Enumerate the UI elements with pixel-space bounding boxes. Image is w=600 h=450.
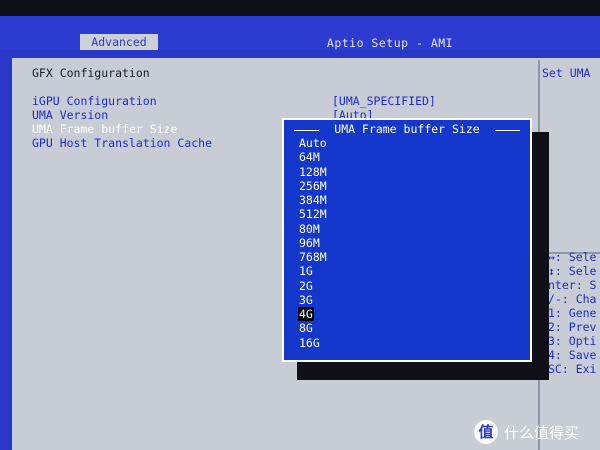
hint-line: nter: S (548, 278, 597, 292)
popup-option[interactable]: 768M (298, 250, 328, 264)
menu-item-igpu-configuration[interactable]: iGPU Configuration (32, 94, 157, 108)
section-title: GFX Configuration (32, 66, 150, 80)
help-title: Set UMA (542, 66, 591, 80)
hint-line: ↕: Sele (548, 264, 597, 278)
hint-line: SC: Exi (548, 362, 597, 376)
popup-uma-frame-buffer-size: UMA Frame buffer Size Auto 64M 128M 256M 384… (282, 118, 532, 362)
popup-option[interactable]: 64M (298, 150, 321, 164)
popup-option[interactable]: 128M (298, 165, 328, 179)
popup-option[interactable]: 8G (298, 321, 314, 335)
popup-option[interactable]: 3G (298, 293, 314, 307)
popup-option[interactable]: 384M (298, 193, 328, 207)
menu-item-gpu-host-translation-cache[interactable]: GPU Host Translation Cache (32, 136, 212, 150)
hint-line: 4: Save (548, 348, 597, 362)
popup-option[interactable]: 2G (298, 279, 314, 293)
popup-title: UMA Frame buffer Size (334, 122, 480, 136)
hint-line: 3: Opti (548, 334, 597, 348)
hint-line: ↔: Sele (548, 250, 597, 264)
popup-option[interactable]: Auto (298, 136, 328, 150)
menu-value-igpu-configuration[interactable]: [UMA_SPECIFIED] (332, 94, 436, 108)
hint-line: /-: Cha (548, 292, 597, 306)
hint-line: 1: Gene (548, 306, 597, 320)
popup-option[interactable]: 16G (298, 336, 321, 350)
bios-screen: Aptio Setup - AMI Advanced GFX Configura… (0, 0, 600, 450)
monitor-bezel (0, 0, 600, 16)
popup-option[interactable]: 80M (298, 222, 321, 236)
tab-advanced[interactable]: Advanced (80, 34, 158, 50)
popup-option[interactable]: 256M (298, 179, 328, 193)
help-panel: Set UMA ↔: Sele ↕: Sele nter: S /-: Cha … (542, 60, 600, 450)
hint-line: 2: Prev (548, 320, 597, 334)
menu-item-uma-frame-buffer-size[interactable]: UMA Frame buffer Size (32, 122, 177, 136)
popup-option[interactable]: 1G (298, 264, 314, 278)
popup-option[interactable]: 4G (298, 307, 314, 321)
watermark-logo-icon: 值 (474, 420, 498, 444)
watermark-text: 什么值得买 (504, 424, 580, 442)
popup-option[interactable]: 512M (298, 207, 328, 221)
menu-item-uma-version[interactable]: UMA Version (32, 108, 108, 122)
popup-option[interactable]: 96M (298, 236, 321, 250)
watermark: 值 什么值得买 (474, 420, 600, 444)
